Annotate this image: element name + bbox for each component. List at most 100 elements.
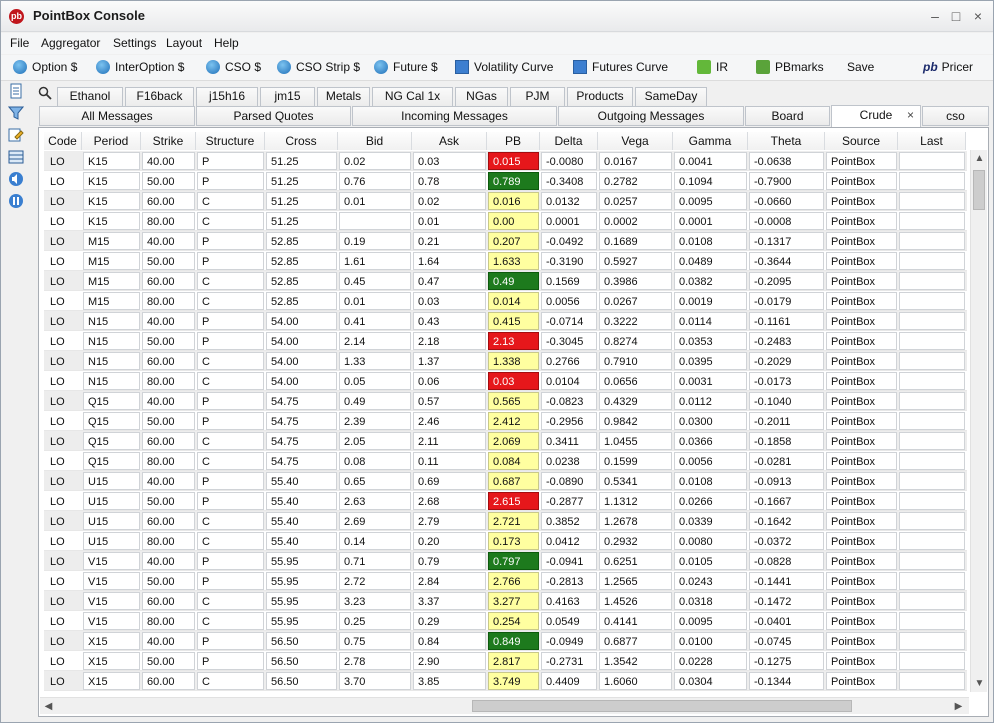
tab-ng-cal-1x[interactable]: NG Cal 1x [372,87,453,106]
column-header-pb[interactable]: PB [487,132,540,150]
tab-parsed-quotes[interactable]: Parsed Quotes [196,106,351,126]
menu-aggregator[interactable]: Aggregator [41,36,100,50]
cell-bid[interactable]: 0.14 [339,532,411,550]
cell-bid[interactable]: 2.72 [339,572,411,590]
cell-ask[interactable]: 2.46 [413,412,486,430]
cell-bid[interactable]: 0.05 [339,372,411,390]
cell-bid[interactable]: 2.14 [339,332,411,350]
cell-pb[interactable]: 2.721 [488,512,539,530]
tab-ethanol[interactable]: Ethanol [57,87,123,106]
vertical-scroll-thumb[interactable] [973,170,985,210]
edit-list-icon[interactable] [8,127,24,143]
cell-ask[interactable]: 0.57 [413,392,486,410]
cell-ask[interactable]: 0.47 [413,272,486,290]
cell-ask[interactable]: 0.20 [413,532,486,550]
cell-ask[interactable]: 2.79 [413,512,486,530]
cell-ask[interactable]: 0.06 [413,372,486,390]
cell-pb[interactable]: 2.817 [488,652,539,670]
tab-sameday[interactable]: SameDay [635,87,707,106]
scroll-left-icon[interactable]: ◀ [40,698,57,715]
table-row[interactable]: LO Q15 60.00 C 54.75 2.05 2.11 2.069 0.3411 1.045… [44,431,967,451]
close-button[interactable]: × [969,7,987,25]
cell-ask[interactable]: 0.03 [413,152,486,170]
cell-pb[interactable]: 2.412 [488,412,539,430]
cell-ask[interactable]: 0.84 [413,632,486,650]
cell-ask[interactable]: 1.64 [413,252,486,270]
cell-bid[interactable]: 2.05 [339,432,411,450]
cell-pb[interactable]: 0.849 [488,632,539,650]
tab-incoming-messages[interactable]: Incoming Messages [352,106,557,126]
cell-ask[interactable]: 0.29 [413,612,486,630]
cell-bid[interactable]: 0.19 [339,232,411,250]
table-row[interactable]: LO K15 80.00 C 51.25 0.01 0.00 0.0001 0.0002 0.00… [44,211,967,231]
menu-help[interactable]: Help [214,36,239,50]
cell-pb[interactable]: 2.13 [488,332,539,350]
cell-pb[interactable]: 0.00 [488,212,539,230]
column-header-strike[interactable]: Strike [141,132,196,150]
cell-ask[interactable]: 3.85 [413,672,486,690]
table-row[interactable]: LO M15 40.00 P 52.85 0.19 0.21 0.207 -0.0492 0.16… [44,231,967,251]
cell-pb[interactable]: 0.254 [488,612,539,630]
table-row[interactable]: LO M15 60.00 C 52.85 0.45 0.47 0.49 0.1569 0.3986… [44,271,967,291]
table-row[interactable]: LO U15 40.00 P 55.40 0.65 0.69 0.687 -0.0890 0.53… [44,471,967,491]
cell-bid[interactable]: 3.70 [339,672,411,690]
table-row[interactable]: LO V15 80.00 C 55.95 0.25 0.29 0.254 0.0549 0.414… [44,611,967,631]
table-row[interactable]: LO Q15 80.00 C 54.75 0.08 0.11 0.084 0.0238 0.159… [44,451,967,471]
table-row[interactable]: LO V15 60.00 C 55.95 3.23 3.37 3.277 0.4163 1.452… [44,591,967,611]
column-header-theta[interactable]: Theta [748,132,825,150]
pbmarks-button[interactable]: PBmarks [756,60,824,77]
column-header-vega[interactable]: Vega [598,132,673,150]
tab-pjm[interactable]: PJM [510,87,565,106]
cell-ask[interactable]: 0.21 [413,232,486,250]
save-button[interactable]: Save [847,60,874,77]
cell-pb[interactable]: 0.084 [488,452,539,470]
table-row[interactable]: LO N15 80.00 C 54.00 0.05 0.06 0.03 0.0104 0.0656… [44,371,967,391]
cell-pb[interactable]: 0.687 [488,472,539,490]
cell-pb[interactable]: 2.615 [488,492,539,510]
cell-bid[interactable]: 0.76 [339,172,411,190]
cell-bid[interactable]: 1.61 [339,252,411,270]
tab-board[interactable]: Board [745,106,830,126]
future-dollar-button[interactable]: Future $ [374,60,438,77]
table-row[interactable]: LO X15 60.00 C 56.50 3.70 3.85 3.749 0.4409 1.606… [44,671,967,691]
search-icon[interactable] [38,86,52,100]
cell-bid[interactable]: 2.63 [339,492,411,510]
table-row[interactable]: LO V15 40.00 P 55.95 0.71 0.79 0.797 -0.0941 0.62… [44,551,967,571]
menu-file[interactable]: File [10,36,29,50]
cell-bid[interactable]: 0.49 [339,392,411,410]
cell-bid[interactable]: 3.23 [339,592,411,610]
menu-layout[interactable]: Layout [166,36,202,50]
tab-products[interactable]: Products [567,87,633,106]
cell-bid[interactable]: 2.69 [339,512,411,530]
tab-j15h16[interactable]: j15h16 [196,87,258,106]
cell-pb[interactable]: 0.016 [488,192,539,210]
menu-settings[interactable]: Settings [113,36,156,50]
interoption-dollar-button[interactable]: InterOption $ [96,60,184,77]
cell-bid[interactable] [339,212,411,230]
tab-ngas[interactable]: NGas [455,87,508,106]
column-header-period[interactable]: Period [82,132,141,150]
tab-metals[interactable]: Metals [317,87,370,106]
tab-outgoing-messages[interactable]: Outgoing Messages [558,106,744,126]
close-tab-icon[interactable]: × [907,106,914,124]
cell-ask[interactable]: 0.79 [413,552,486,570]
column-header-structure[interactable]: Structure [196,132,265,150]
table-row[interactable]: LO Q15 40.00 P 54.75 0.49 0.57 0.565 -0.0823 0.43… [44,391,967,411]
cell-pb[interactable]: 0.797 [488,552,539,570]
cell-ask[interactable]: 0.69 [413,472,486,490]
horizontal-scroll-thumb[interactable] [472,700,852,712]
table-icon[interactable] [8,149,24,165]
minimize-button[interactable]: – [926,7,944,25]
document-icon[interactable] [8,83,24,99]
column-header-ask[interactable]: Ask [412,132,487,150]
table-row[interactable]: LO V15 50.00 P 55.95 2.72 2.84 2.766 -0.2813 1.25… [44,571,967,591]
table-row[interactable]: LO K15 60.00 C 51.25 0.01 0.02 0.016 0.0132 0.025… [44,191,967,211]
scroll-up-icon[interactable]: ▲ [971,150,988,167]
table-row[interactable]: LO N15 40.00 P 54.00 0.41 0.43 0.415 -0.0714 0.32… [44,311,967,331]
cell-pb[interactable]: 0.565 [488,392,539,410]
cell-ask[interactable]: 2.18 [413,332,486,350]
column-header-code[interactable]: Code [44,132,82,150]
pause-icon[interactable] [8,193,24,209]
cell-ask[interactable]: 1.37 [413,352,486,370]
cell-pb[interactable]: 1.338 [488,352,539,370]
